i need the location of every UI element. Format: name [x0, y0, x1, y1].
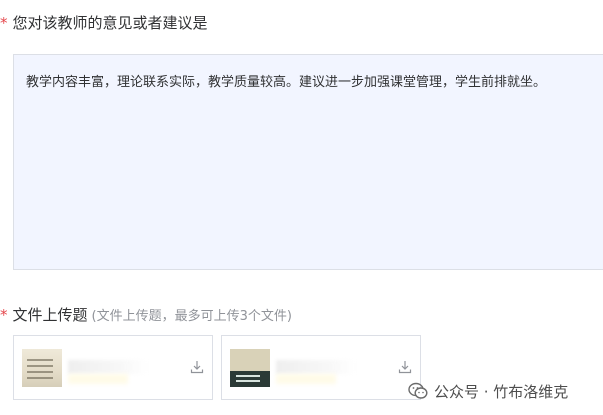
download-icon[interactable]: [190, 360, 204, 374]
watermark-text: 公众号 · 竹布洛维克: [434, 382, 569, 401]
upload-hint: (文件上传题，最多可上传3个文件): [91, 309, 292, 324]
question-1-label: 您对该教师的意见或者建议是: [12, 14, 208, 32]
file-name-blurred: [68, 360, 148, 374]
question-2-title: * 文件上传题 (文件上传题，最多可上传3个文件): [0, 305, 292, 327]
uploaded-file-card[interactable]: [221, 335, 421, 400]
file-meta-blurred: [68, 374, 128, 384]
file-thumbnail[interactable]: [22, 349, 62, 387]
question-1-title: * 您对该教师的意见或者建议是: [0, 13, 208, 33]
uploaded-file-card[interactable]: [13, 335, 213, 400]
answer-textarea[interactable]: 教学内容丰富，理论联系实际，教学质量较高。建议进一步加强课堂管理，学生前排就坐。: [13, 54, 603, 270]
answer-text: 教学内容丰富，理论联系实际，教学质量较高。建议进一步加强课堂管理，学生前排就坐。: [26, 75, 547, 90]
required-mark: *: [0, 14, 8, 32]
download-icon[interactable]: [398, 360, 412, 374]
required-mark: *: [0, 306, 8, 324]
watermark: 公众号 · 竹布洛维克: [408, 381, 568, 401]
file-meta-blurred: [276, 374, 336, 384]
file-name-blurred: [276, 360, 356, 374]
question-2-label: 文件上传题: [12, 306, 88, 324]
file-thumbnail[interactable]: [230, 349, 270, 387]
wechat-icon: [408, 382, 428, 399]
